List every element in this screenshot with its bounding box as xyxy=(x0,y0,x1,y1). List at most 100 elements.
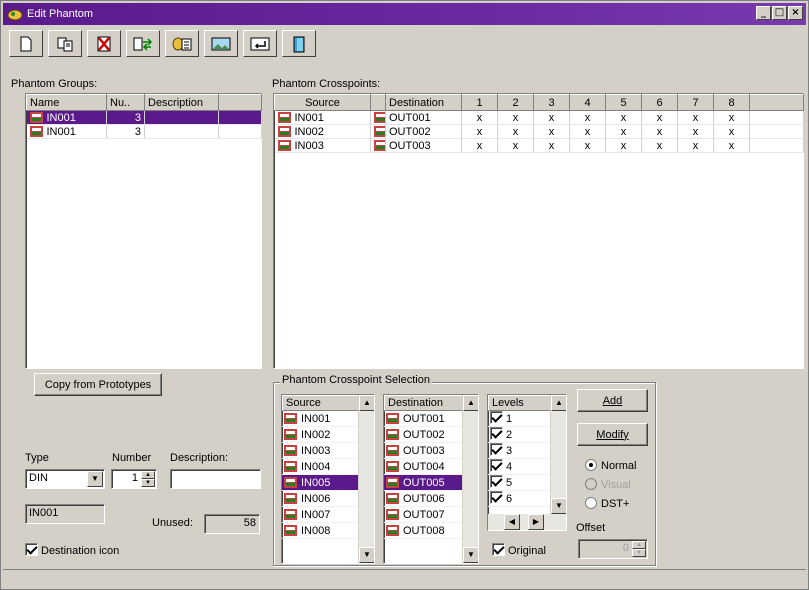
col-icon[interactable] xyxy=(370,94,386,111)
levels-list-header[interactable]: Levels xyxy=(488,395,552,411)
list-item[interactable]: OUT006 xyxy=(384,491,464,507)
scroll-down-icon[interactable]: ▼ xyxy=(463,547,478,563)
checkbox-icon[interactable] xyxy=(490,459,503,472)
col-level-8[interactable]: 8 xyxy=(713,94,750,111)
destination-icon-checkbox[interactable]: Destination icon xyxy=(25,543,119,557)
copy-button[interactable] xyxy=(48,30,82,57)
checkbox-icon[interactable] xyxy=(25,543,38,556)
description-input[interactable] xyxy=(170,469,261,489)
table-row[interactable]: IN002 OUT002 x x x x x x x x xyxy=(274,124,804,139)
image-button[interactable] xyxy=(204,30,238,57)
add-button[interactable]: Add xyxy=(577,389,648,412)
checkbox-icon[interactable] xyxy=(490,427,503,440)
col-level-3[interactable]: 3 xyxy=(533,94,570,111)
copy-from-prototypes-button[interactable]: Copy from Prototypes xyxy=(34,373,162,396)
level-item[interactable]: 3 xyxy=(488,443,552,459)
checkbox-icon[interactable] xyxy=(490,443,503,456)
list-item[interactable]: OUT002 xyxy=(384,427,464,443)
type-select[interactable]: DIN ▼ xyxy=(25,469,105,489)
list-item-selected[interactable]: OUT005 xyxy=(384,475,464,491)
source-list[interactable]: Source IN001 IN002 IN003 IN004 IN005 IN0… xyxy=(281,394,375,564)
col-name[interactable]: Name xyxy=(26,94,107,111)
list-item[interactable]: IN003 xyxy=(282,443,360,459)
scroll-up-icon[interactable]: ▲ xyxy=(359,395,374,411)
level-item[interactable]: 6 xyxy=(488,491,552,507)
close-button[interactable]: × xyxy=(788,6,803,20)
scroll-up-icon[interactable]: ▲ xyxy=(551,395,566,411)
col-level-5[interactable]: 5 xyxy=(605,94,642,111)
source-scrollbar[interactable]: ▲ ▼ xyxy=(358,395,374,563)
table-row[interactable]: IN001 3 xyxy=(26,110,262,125)
scroll-left-icon[interactable]: ◀ xyxy=(504,514,520,530)
spin-up-icon[interactable]: ▲ xyxy=(141,471,155,479)
col-level-4[interactable]: 4 xyxy=(569,94,606,111)
minimize-button[interactable]: _ xyxy=(756,6,771,20)
scroll-right-icon[interactable]: ▶ xyxy=(528,514,544,530)
scroll-down-icon[interactable]: ▼ xyxy=(359,547,374,563)
list-item[interactable]: IN007 xyxy=(282,507,360,523)
col-level-6[interactable]: 6 xyxy=(641,94,678,111)
scroll-up-icon[interactable]: ▲ xyxy=(463,395,478,411)
destination-list[interactable]: Destination OUT001 OUT002 OUT003 OUT004 … xyxy=(383,394,479,564)
checkbox-icon[interactable] xyxy=(490,475,503,488)
scroll-down-icon[interactable]: ▼ xyxy=(551,498,566,514)
table-row[interactable]: IN001 OUT001 x x x x x x x x xyxy=(274,110,804,125)
col-level-2[interactable]: 2 xyxy=(497,94,534,111)
levels-hscrollbar[interactable]: ◀ ▶ xyxy=(488,514,566,530)
list-item[interactable]: IN008 xyxy=(282,523,360,539)
col-source[interactable]: Source xyxy=(274,94,371,111)
list-item[interactable]: OUT004 xyxy=(384,459,464,475)
col-number[interactable]: Nu.. xyxy=(106,94,145,111)
spin-up-icon[interactable]: ▲ xyxy=(632,541,646,549)
original-checkbox[interactable]: Original xyxy=(492,543,546,557)
phantom-groups-table[interactable]: Name Nu.. Description IN001 3 IN001 3 xyxy=(25,93,262,369)
level-item[interactable]: 5 xyxy=(488,475,552,491)
list-item[interactable]: IN004 xyxy=(282,459,360,475)
destination-scrollbar[interactable]: ▲ ▼ xyxy=(462,395,478,563)
col-destination[interactable]: Destination xyxy=(385,94,462,111)
modify-button[interactable]: Modify xyxy=(577,423,648,446)
level-item[interactable]: 1 xyxy=(488,411,552,427)
col-description[interactable]: Description xyxy=(144,94,219,111)
new-button[interactable] xyxy=(9,30,43,57)
col-level-7[interactable]: 7 xyxy=(677,94,714,111)
return-button[interactable] xyxy=(243,30,277,57)
maximize-button[interactable]: □ xyxy=(772,6,787,20)
table-row[interactable]: IN003 OUT003 x x x x x x x x xyxy=(274,138,804,153)
checkbox-icon[interactable] xyxy=(490,491,503,504)
level-item[interactable]: 2 xyxy=(488,427,552,443)
source-list-header[interactable]: Source xyxy=(282,395,360,411)
list-item[interactable]: IN002 xyxy=(282,427,360,443)
radio-icon[interactable] xyxy=(585,478,597,490)
radio-icon[interactable] xyxy=(585,459,597,471)
title-bar[interactable]: Edit Phantom _ □ × xyxy=(3,3,806,25)
spin-down-icon[interactable]: ▼ xyxy=(141,479,155,487)
delete-button[interactable] xyxy=(87,30,121,57)
levels-scrollbar[interactable]: ▲ ▼ xyxy=(550,395,566,514)
levels-list[interactable]: Levels 1 2 3 4 5 6 ▲ ▼ ◀ ▶ xyxy=(487,394,567,531)
level-item[interactable]: 4 xyxy=(488,459,552,475)
list-item[interactable]: OUT003 xyxy=(384,443,464,459)
offset-stepper[interactable]: 0 ▲ ▼ xyxy=(578,539,648,559)
radio-dst[interactable]: DST+ xyxy=(585,497,629,510)
chevron-down-icon[interactable]: ▼ xyxy=(87,471,103,487)
list-item[interactable]: OUT008 xyxy=(384,523,464,539)
swap-button[interactable] xyxy=(126,30,160,57)
list-item[interactable]: OUT001 xyxy=(384,411,464,427)
exit-button[interactable] xyxy=(282,30,316,57)
list-item-selected[interactable]: IN005 xyxy=(282,475,360,491)
radio-visual[interactable]: Visual xyxy=(585,478,631,491)
checkbox-icon[interactable] xyxy=(492,543,505,556)
destination-list-header[interactable]: Destination xyxy=(384,395,464,411)
radio-icon[interactable] xyxy=(585,497,597,509)
number-stepper[interactable]: 1 ▲ ▼ xyxy=(111,469,157,489)
col-level-1[interactable]: 1 xyxy=(461,94,498,111)
radio-normal[interactable]: Normal xyxy=(585,459,636,472)
table-row[interactable]: IN001 3 xyxy=(26,124,262,139)
checkbox-icon[interactable] xyxy=(490,411,503,424)
list-item[interactable]: IN006 xyxy=(282,491,360,507)
phantom-crosspoints-table[interactable]: Source Destination 1 2 3 4 5 6 7 8 IN001… xyxy=(273,93,804,369)
edit-list-button[interactable] xyxy=(165,30,199,57)
list-item[interactable]: OUT007 xyxy=(384,507,464,523)
list-item[interactable]: IN001 xyxy=(282,411,360,427)
